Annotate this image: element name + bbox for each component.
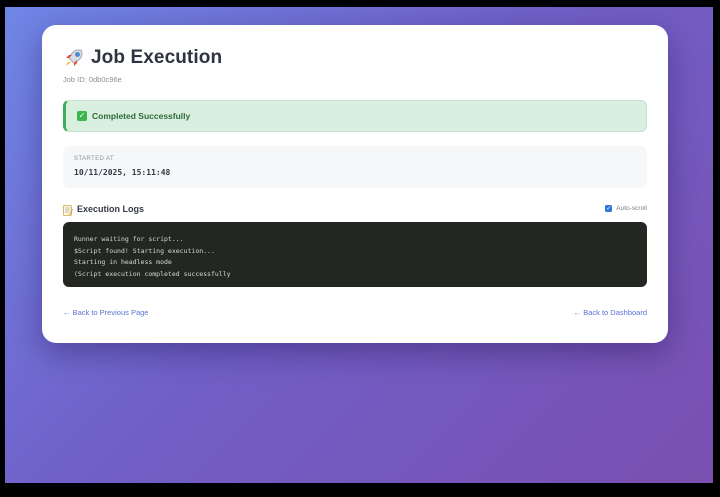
log-line: Runner waiting for script... xyxy=(74,235,184,243)
status-banner: ✓ Completed Successfully xyxy=(63,100,647,132)
logs-title-wrap: Execution Logs xyxy=(63,203,145,216)
back-dashboard-link[interactable]: ← Back to Dashboard xyxy=(574,308,647,317)
check-icon: ✓ xyxy=(77,111,87,121)
back-previous-link[interactable]: ← Back to Previous Page xyxy=(63,308,148,317)
autoscroll-checkbox[interactable]: ✓ xyxy=(605,205,613,212)
started-at-box: STARTED AT 10/11/2025, 15:11:48 xyxy=(63,146,647,188)
started-at-label: STARTED AT xyxy=(74,156,115,162)
log-console[interactable]: Runner waiting for script... $Script fou… xyxy=(63,222,647,287)
job-id: Job ID: 0db0c96e xyxy=(63,75,122,84)
job-card: Job Execution Job ID: 0db0c96e ✓ Complet… xyxy=(42,25,668,343)
memo-icon xyxy=(63,203,73,216)
footer-nav: ← Back to Previous Page ← Back to Dashbo… xyxy=(63,308,647,317)
rocket-icon xyxy=(63,47,85,69)
logs-title: Execution Logs xyxy=(77,203,145,214)
log-line: (Script execution completed successfully xyxy=(74,269,231,278)
status-text: Completed Successfully xyxy=(92,111,191,121)
started-at-value: 10/11/2025, 15:11:48 xyxy=(74,168,171,177)
log-line: Starting in headless mode xyxy=(74,258,172,266)
logs-header: Execution Logs ✓ Auto-scroll xyxy=(63,203,647,216)
autoscroll-toggle[interactable]: ✓ Auto-scroll xyxy=(605,205,647,212)
header: Job Execution xyxy=(63,47,647,69)
autoscroll-label: Auto-scroll xyxy=(616,205,647,212)
log-line: $Script found! Starting execution... xyxy=(74,246,215,255)
page-title: Job Execution xyxy=(91,47,223,68)
page-background: Job Execution Job ID: 0db0c96e ✓ Complet… xyxy=(5,7,713,483)
